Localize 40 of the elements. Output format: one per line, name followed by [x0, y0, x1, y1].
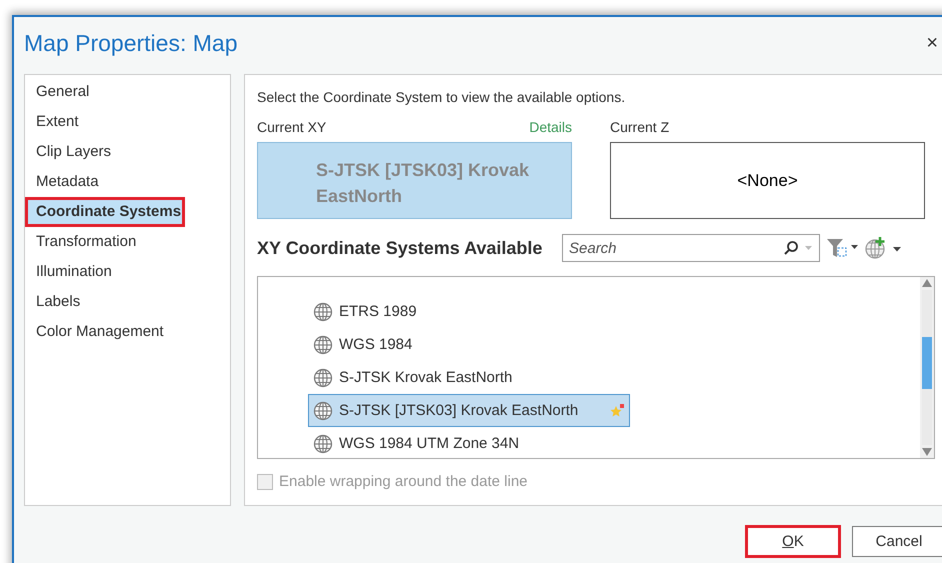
sidebar-item[interactable]: Clip Layers — [25, 137, 230, 167]
list-item[interactable]: WGS 1984 — [308, 328, 630, 361]
current-xy-label: Current XY — [257, 119, 326, 137]
list-item[interactable]: ETRS 1989 — [308, 295, 630, 328]
scroll-thumb[interactable] — [922, 337, 932, 389]
list-item[interactable]: S-JTSK Krovak EastNorth — [308, 361, 630, 394]
details-link[interactable]: Details — [529, 119, 572, 139]
search-icon — [783, 240, 799, 256]
section-heading: XY Coordinate Systems Available — [257, 238, 544, 258]
globe-icon — [313, 334, 333, 354]
globe-icon — [313, 368, 333, 388]
list-item[interactable]: S-JTSK [JTSK03] Krovak EastNorth — [308, 394, 630, 427]
sidebar-item[interactable]: Extent — [25, 107, 230, 137]
sidebar-item[interactable]: Metadata — [25, 167, 230, 197]
dialog-button[interactable]: Cancel — [852, 526, 942, 557]
checkbox-label: Enable wrapping around the date line — [279, 473, 528, 490]
sidebar-item[interactable]: Color Management — [25, 317, 230, 347]
list-item[interactable]: WGS 1984 UTM Zone 34N — [308, 427, 630, 458]
instruction-text: Select the Coordinate System to view the available options. — [257, 89, 626, 105]
sidebar-item[interactable]: Illumination — [25, 257, 230, 287]
scroll-up-icon[interactable] — [922, 279, 932, 287]
sidebar-item[interactable]: Labels — [25, 287, 230, 317]
globe-icon — [313, 400, 333, 420]
current-z-value: <None> — [610, 142, 925, 219]
scroll-down-icon[interactable] — [922, 448, 932, 456]
add-globe-icon[interactable] — [864, 236, 902, 260]
dialog-button[interactable]: OK — [746, 526, 840, 557]
filter-icon[interactable] — [826, 237, 858, 259]
sidebar-item[interactable]: General — [25, 77, 230, 107]
close-button[interactable]: × — [918, 32, 942, 55]
globe-icon — [313, 434, 333, 454]
search-field[interactable]: Search — [562, 234, 820, 262]
current-z-label: Current Z — [610, 119, 670, 137]
window-title: Map Properties: Map — [24, 30, 238, 57]
scrollbar[interactable] — [920, 277, 934, 458]
current-xy-value: S-JTSK [JTSK03] Krovak EastNorth — [257, 142, 572, 219]
sidebar-item[interactable]: Coordinate Systems — [25, 197, 185, 227]
dropdown-icon — [805, 246, 812, 250]
globe-icon — [313, 302, 333, 322]
sidebar-item[interactable]: Transformation — [25, 227, 230, 257]
